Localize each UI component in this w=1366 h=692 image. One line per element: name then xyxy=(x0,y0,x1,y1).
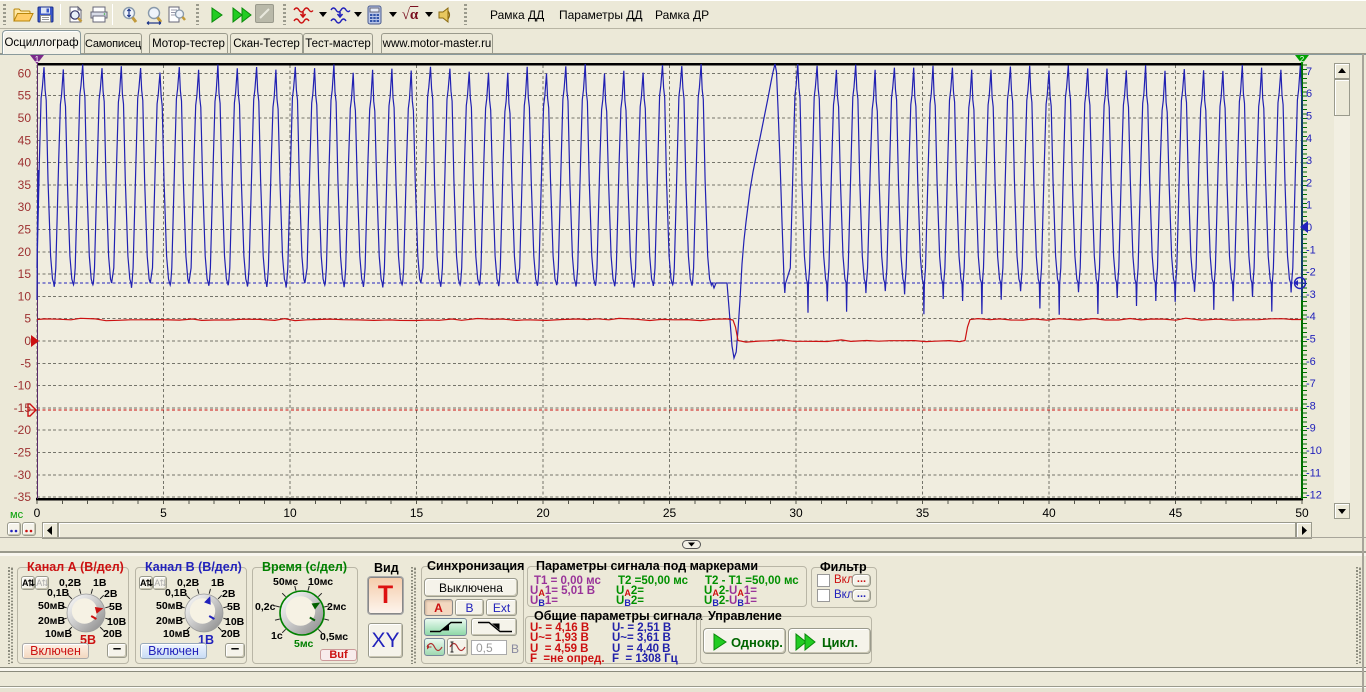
svg-text:50: 50 xyxy=(18,111,32,125)
svg-text:45: 45 xyxy=(1169,506,1183,520)
svg-text:мс: мс xyxy=(10,509,24,521)
svg-text:-30: -30 xyxy=(14,468,32,482)
svg-text:-5: -5 xyxy=(20,356,31,370)
svg-text:4: 4 xyxy=(1306,133,1312,145)
svg-text:5: 5 xyxy=(24,312,31,326)
svg-text:35: 35 xyxy=(18,178,32,192)
svg-text:2: 2 xyxy=(1300,55,1305,64)
svg-text:-15: -15 xyxy=(14,401,32,415)
svg-text:0: 0 xyxy=(1306,222,1312,234)
svg-text:-7: -7 xyxy=(1306,378,1316,390)
svg-text:7: 7 xyxy=(1306,66,1312,78)
svg-text:20: 20 xyxy=(536,506,550,520)
svg-text:-10: -10 xyxy=(1306,445,1322,457)
svg-text:1: 1 xyxy=(1306,200,1312,212)
svg-text:-20: -20 xyxy=(14,423,32,437)
svg-text:25: 25 xyxy=(663,506,677,520)
svg-text:-3: -3 xyxy=(1306,289,1316,301)
svg-text:-10: -10 xyxy=(14,379,32,393)
svg-text:-25: -25 xyxy=(14,446,32,460)
svg-text:5: 5 xyxy=(1306,111,1312,123)
svg-text:40: 40 xyxy=(18,156,32,170)
svg-text:5: 5 xyxy=(160,506,167,520)
svg-text:10: 10 xyxy=(283,506,297,520)
svg-text:6: 6 xyxy=(1306,88,1312,100)
svg-text:-8: -8 xyxy=(1306,400,1316,412)
svg-text:15: 15 xyxy=(410,506,424,520)
svg-text:25: 25 xyxy=(18,223,32,237)
svg-text:20: 20 xyxy=(18,245,32,259)
svg-text:10: 10 xyxy=(18,289,32,303)
svg-text:45: 45 xyxy=(18,133,32,147)
svg-text:1: 1 xyxy=(35,55,40,64)
svg-text:-2: -2 xyxy=(1306,267,1316,279)
svg-text:0: 0 xyxy=(34,506,41,520)
svg-text:-9: -9 xyxy=(1306,423,1316,435)
svg-text:-35: -35 xyxy=(14,490,32,504)
svg-text:15: 15 xyxy=(18,267,32,281)
svg-text:35: 35 xyxy=(916,506,930,520)
svg-text:2: 2 xyxy=(1306,177,1312,189)
svg-text:30: 30 xyxy=(789,506,803,520)
svg-text:-6: -6 xyxy=(1306,356,1316,368)
svg-text:3: 3 xyxy=(1306,155,1312,167)
svg-text:-12: -12 xyxy=(1306,490,1322,502)
svg-text:40: 40 xyxy=(1042,506,1056,520)
svg-text:-1: -1 xyxy=(1306,244,1316,256)
svg-text:55: 55 xyxy=(18,89,32,103)
svg-text:0: 0 xyxy=(24,334,31,348)
svg-text:30: 30 xyxy=(18,200,32,214)
svg-text:50: 50 xyxy=(1295,506,1309,520)
svg-text:-11: -11 xyxy=(1306,467,1321,479)
svg-text:-4: -4 xyxy=(1306,311,1316,323)
svg-text:-5: -5 xyxy=(1306,334,1316,346)
svg-text:60: 60 xyxy=(18,66,32,80)
